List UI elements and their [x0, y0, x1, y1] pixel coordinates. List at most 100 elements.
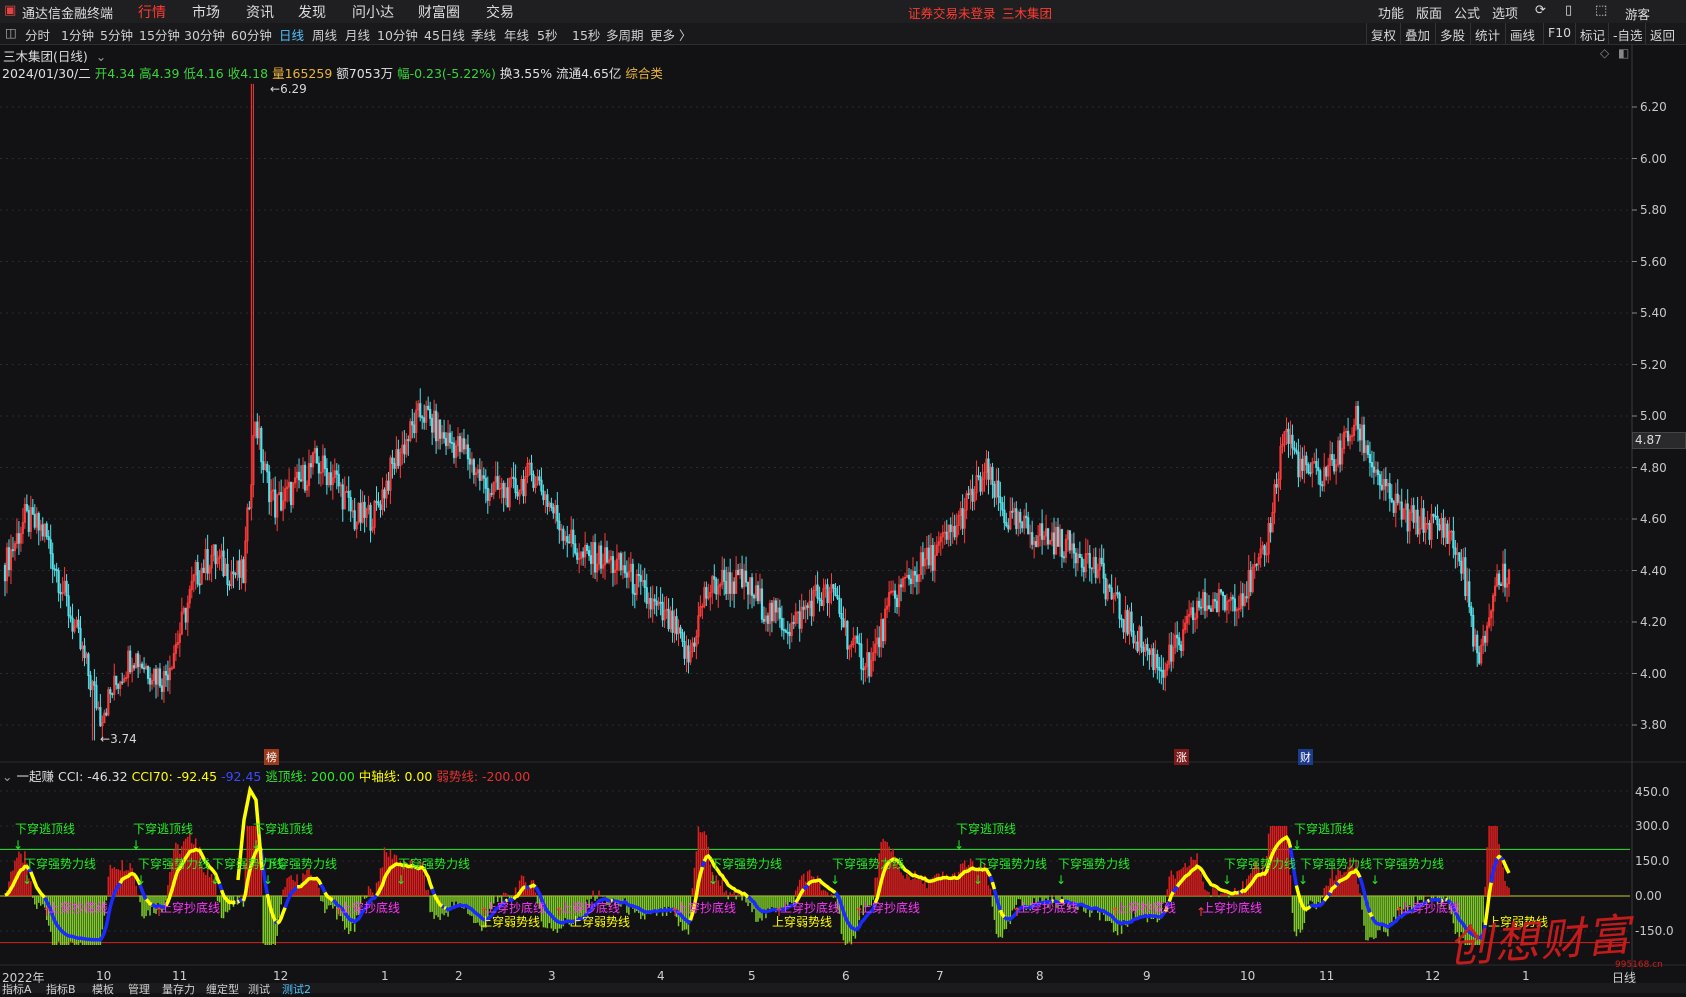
time-tick: 4 — [657, 969, 665, 983]
candle-body — [1101, 558, 1102, 563]
candle-body — [1276, 485, 1277, 488]
candle-body — [1016, 509, 1017, 529]
escape-value: 200.00 — [311, 769, 355, 784]
candle-body — [70, 616, 71, 618]
bottom-tab-0[interactable]: 指标A — [2, 981, 32, 997]
price-tick: 5.40 — [1640, 306, 1667, 320]
candle-body — [793, 622, 794, 623]
candle-body — [1498, 574, 1499, 585]
candle-body — [167, 675, 168, 680]
bottom-tab-6[interactable]: 测试 — [248, 981, 270, 997]
signal-label: 下穿强势力线 — [710, 856, 782, 871]
candle-body — [1234, 599, 1235, 611]
candle-body — [1121, 619, 1122, 620]
event-marker-finance[interactable]: 财 — [1298, 749, 1313, 765]
signal-label: 上穿抄底线 — [860, 900, 920, 915]
candle-body — [203, 568, 204, 572]
candle-body — [1053, 533, 1054, 554]
candle-body — [980, 477, 981, 492]
price-tick: 5.60 — [1640, 255, 1667, 269]
candle-body — [992, 467, 993, 484]
candle-body — [420, 404, 421, 417]
candle-body — [787, 632, 788, 633]
mid-label: 中轴线: — [359, 769, 405, 784]
candle-body — [350, 497, 351, 510]
candle-body — [541, 480, 542, 491]
candle-body — [1318, 467, 1319, 470]
signal-label: 下穿强势力线 — [1300, 856, 1372, 871]
bottom-tab-5[interactable]: 缠定型 — [206, 981, 239, 997]
candle-body — [110, 690, 111, 694]
signal-label: 上穿弱势线 — [772, 914, 832, 929]
bottom-tab-2[interactable]: 模板 — [92, 981, 114, 997]
arrow-down-icon: ↓ — [136, 873, 146, 887]
candle-body — [553, 508, 554, 513]
candle-body — [1047, 529, 1048, 544]
candle-body — [26, 504, 27, 510]
mid-value: 0.00 — [404, 769, 432, 784]
kline-chart[interactable]: 下穿逃顶线↓下穿逃顶线↓下穿逃顶线↓下穿逃顶线↓下穿逃顶线↓下穿强势力线↓下穿强… — [0, 0, 1686, 993]
candle-body — [1357, 406, 1358, 429]
candle-body — [807, 606, 808, 608]
price-tick: 4.40 — [1640, 564, 1667, 578]
indicator-menu-icon[interactable]: ⌄ — [2, 769, 12, 784]
cci70-line — [994, 889, 1000, 910]
bottom-tab-7[interactable]: 测试2 — [282, 981, 311, 997]
candle-body — [199, 584, 200, 585]
candle-body — [600, 546, 601, 568]
candle-body — [857, 636, 858, 643]
candle-body — [1105, 578, 1106, 599]
time-tick: 7 — [936, 969, 944, 983]
bottom-tab-bar: 指标A指标B模板管理量存力缠定型测试测试2 — [0, 983, 1686, 993]
candle-body — [316, 448, 317, 463]
cci70-line — [1501, 858, 1503, 861]
event-marker-rank[interactable]: 榜 — [264, 749, 279, 765]
candle-body — [467, 445, 468, 459]
candle-body — [861, 644, 862, 669]
candle-body — [1397, 494, 1398, 502]
time-tick: 6 — [842, 969, 850, 983]
candle-body — [304, 465, 305, 490]
arrow-up-icon: ↑ — [1012, 905, 1022, 919]
candle-body — [737, 570, 738, 574]
candle-body — [733, 582, 734, 594]
candle-body — [1069, 531, 1070, 550]
candle-body — [1091, 568, 1092, 569]
arrow-up-icon: ↑ — [854, 905, 864, 919]
bottom-tab-1[interactable]: 指标B — [46, 981, 76, 997]
price-tick: 4.80 — [1640, 461, 1667, 475]
candle-body — [1232, 597, 1233, 599]
candle-body — [680, 628, 681, 633]
candle-body — [392, 458, 393, 464]
candle-body — [783, 629, 784, 630]
candle-body — [354, 511, 355, 529]
signal-label: 下穿逃顶线 — [1294, 821, 1354, 836]
bottom-tab-3[interactable]: 管理 — [128, 981, 150, 997]
candle-body — [408, 440, 409, 441]
time-tick: 8 — [1036, 969, 1044, 983]
candle-body — [575, 544, 576, 553]
candle-body — [863, 669, 864, 670]
candle-body — [833, 585, 834, 589]
candle-body — [1012, 511, 1013, 512]
candle-body — [547, 495, 548, 507]
event-marker-limit-up[interactable]: 涨 — [1174, 749, 1189, 765]
candle-body — [1026, 516, 1027, 518]
bottom-tab-4[interactable]: 量存力 — [162, 981, 195, 997]
candle-body — [620, 554, 621, 570]
arrow-up-icon: ↑ — [670, 905, 680, 919]
candle-body — [1163, 670, 1164, 677]
price-tick: 5.20 — [1640, 358, 1667, 372]
candle-body — [394, 464, 395, 469]
candle-body — [1473, 615, 1474, 646]
candle-body — [1161, 670, 1162, 671]
candle-body — [837, 595, 838, 598]
signal-label: 下穿强势力线 — [1224, 856, 1296, 871]
time-tick: 3 — [548, 969, 556, 983]
candle-body — [1385, 479, 1386, 485]
arrow-up-icon: ↑ — [554, 905, 564, 919]
candle-body — [330, 473, 331, 485]
cci70-label: CCI70: — [132, 769, 177, 784]
indicator-name[interactable]: 一起赚 — [16, 769, 54, 784]
cci-value: -46.32 — [87, 769, 127, 784]
